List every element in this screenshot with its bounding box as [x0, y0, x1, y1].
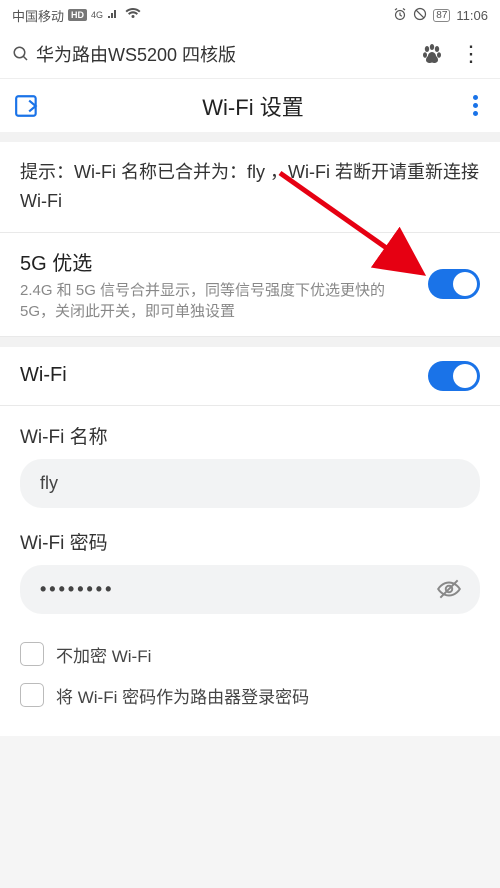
- search-query-text: 华为路由WS5200 四核版: [36, 41, 236, 67]
- status-right: 87 11:06: [393, 7, 488, 24]
- page-title: Wi-Fi 设置: [202, 90, 303, 122]
- carrier-label: 中国移动: [12, 6, 64, 25]
- battery-indicator: 87: [433, 9, 450, 22]
- battery-percent: 87: [436, 10, 447, 21]
- wifi-name-input[interactable]: fly: [20, 459, 480, 508]
- header-menu-icon[interactable]: [466, 95, 486, 116]
- no-encrypt-row[interactable]: 不加密 Wi-Fi: [20, 634, 480, 675]
- wifi-password-input[interactable]: ••••••••: [20, 565, 480, 614]
- status-left: 中国移动 HD 4G: [12, 6, 141, 25]
- wifi-password-wrap: ••••••••: [20, 565, 480, 614]
- search-icon: [12, 45, 30, 63]
- wifi-form: Wi-Fi 名称 fly Wi-Fi 密码 •••••••• 不加密 Wi-Fi…: [0, 406, 500, 736]
- wifi-enable-toggle[interactable]: [428, 361, 480, 391]
- wifi-enable-row: Wi-Fi: [0, 347, 500, 406]
- hint-section: 提示：Wi-Fi 名称已合并为：fly ，Wi-Fi 若断开请重新连接 Wi-F…: [0, 142, 500, 233]
- search-box[interactable]: 华为路由WS5200 四核版: [12, 41, 410, 67]
- dnd-icon: [413, 7, 427, 24]
- hint-text: 提示：Wi-Fi 名称已合并为：fly ，Wi-Fi 若断开请重新连接 Wi-F…: [20, 158, 480, 216]
- wifi-password-label: Wi-Fi 密码: [20, 528, 480, 555]
- more-menu-icon[interactable]: ⋮: [454, 41, 488, 67]
- status-bar: 中国移动 HD 4G 87 11:06: [0, 0, 500, 30]
- use-as-login-checkbox[interactable]: [20, 683, 44, 707]
- use-as-login-row[interactable]: 将 Wi-Fi 密码作为路由器登录密码: [20, 675, 480, 716]
- back-icon[interactable]: [14, 93, 40, 119]
- page-header: Wi-Fi 设置: [0, 78, 500, 132]
- hd-badge: HD: [68, 9, 87, 21]
- network-label: 4G: [91, 11, 103, 20]
- wifi-icon: [125, 8, 141, 23]
- section-gap: [0, 132, 500, 142]
- prefer-5g-text: 5G 优选 2.4G 和 5G 信号合并显示，同等信号强度下优选更快的 5G，关…: [20, 247, 428, 322]
- browser-toolbar: 华为路由WS5200 四核版 ⋮: [0, 30, 500, 78]
- prefer-5g-toggle[interactable]: [428, 269, 480, 299]
- visibility-off-icon[interactable]: [436, 576, 462, 602]
- use-as-login-label: 将 Wi-Fi 密码作为路由器登录密码: [56, 683, 309, 708]
- no-encrypt-checkbox[interactable]: [20, 642, 44, 666]
- clock-label: 11:06: [456, 8, 488, 23]
- prefer-5g-row: 5G 优选 2.4G 和 5G 信号合并显示，同等信号强度下优选更快的 5G，关…: [0, 233, 500, 337]
- baidu-paw-icon[interactable]: [420, 42, 444, 66]
- wifi-enable-label: Wi-Fi: [20, 364, 67, 387]
- signal-icon: [107, 8, 121, 23]
- no-encrypt-label: 不加密 Wi-Fi: [56, 642, 151, 667]
- section-gap: [0, 337, 500, 347]
- prefer-5g-title: 5G 优选: [20, 247, 414, 276]
- prefer-5g-desc: 2.4G 和 5G 信号合并显示，同等信号强度下优选更快的 5G，关闭此开关，即…: [20, 280, 414, 322]
- wifi-name-label: Wi-Fi 名称: [20, 422, 480, 449]
- alarm-icon: [393, 7, 407, 24]
